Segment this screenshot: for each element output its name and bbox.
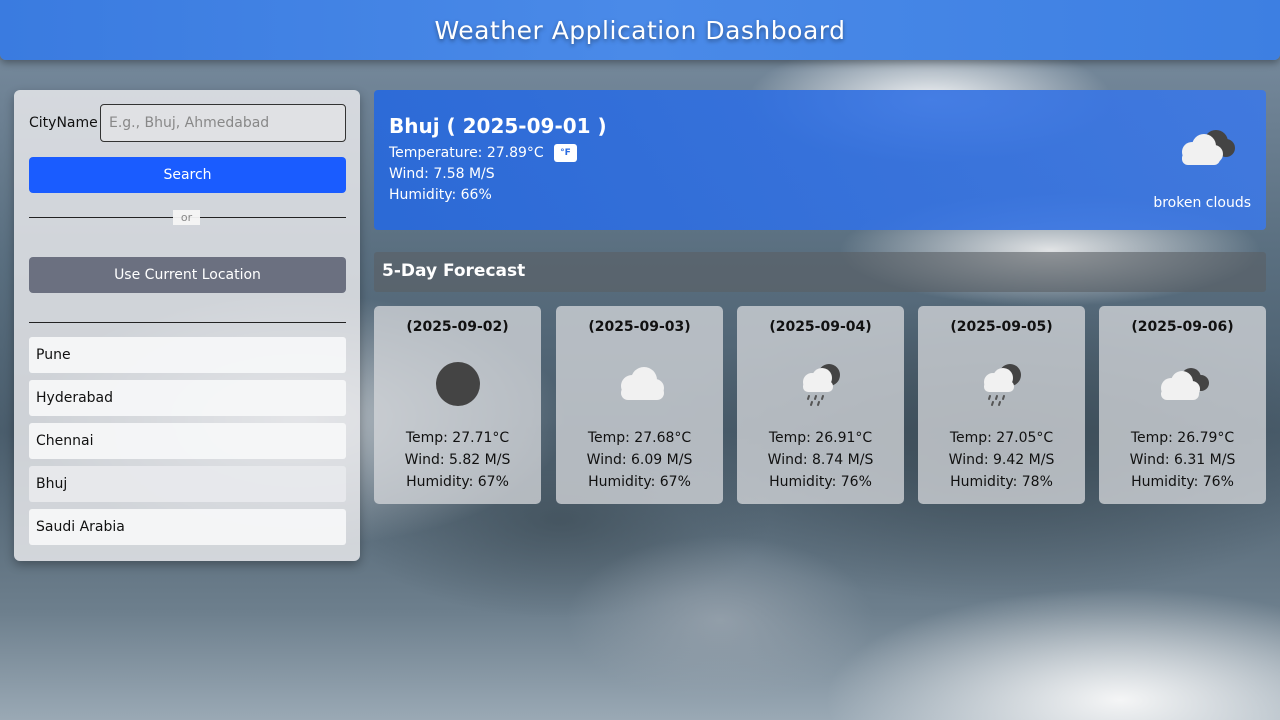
forecast-date: (2025-09-03) [588,319,691,335]
forecast-temp: Temp: 27.05°C [949,430,1054,446]
forecast-wind: Wind: 5.82 M/S [404,452,511,468]
forecast-wind: Wind: 8.74 M/S [767,452,874,468]
use-current-location-button[interactable]: Use Current Location [29,257,346,293]
overcast-icon [435,362,480,406]
forecast-humidity: Humidity: 67% [588,474,691,490]
forecast-card: (2025-09-03) Temp: 27.68°C Wind: 6.09 M/… [556,306,723,504]
forecast-date: (2025-09-06) [1131,319,1234,335]
forecast-temp: Temp: 26.91°C [768,430,873,446]
search-history-list: Pune Hyderabad Chennai Bhuj Saudi Arabia [29,337,346,552]
current-wind: Wind: 7.58 M/S [389,166,495,182]
rain-cloud-icon [802,364,840,406]
unit-toggle-button[interactable]: °F [554,144,577,162]
page-title: Weather Application Dashboard [434,15,846,45]
forecast-humidity: Humidity: 76% [769,474,872,490]
broken-clouds-icon [1182,130,1235,165]
city-search-input[interactable] [100,104,346,142]
search-panel: CityName Search or Use Current Location … [14,90,360,561]
history-item-saudi-arabia[interactable]: Saudi Arabia [29,509,346,545]
city-name-label: CityName [29,115,98,131]
forecast-wind: Wind: 6.31 M/S [1129,452,1236,468]
forecast-temp: Temp: 27.71°C [405,430,510,446]
forecast-card: (2025-09-05) Temp: 27.05°C Wind: 9.42 M/… [918,306,1085,504]
forecast-temp: Temp: 27.68°C [587,430,692,446]
forecast-card: (2025-09-02) Temp: 27.71°C Wind: 5.82 M/… [374,306,541,504]
current-temperature-row: Temperature: 27.89°C °F [389,144,577,162]
forecast-card: (2025-09-04) Temp: 26.91°C Wind: 8.74 M/… [737,306,904,504]
forecast-card: (2025-09-06) Temp: 26.79°C Wind: 6.31 M/… [1099,306,1266,504]
forecast-humidity: Humidity: 76% [1131,474,1234,490]
app-header: Weather Application Dashboard [0,0,1280,60]
forecast-wind: Wind: 6.09 M/S [586,452,693,468]
forecast-wind: Wind: 9.42 M/S [948,452,1055,468]
cloud-icon [620,367,664,400]
city-search-row: CityName [29,104,346,142]
history-item-bhuj[interactable]: Bhuj [29,466,346,502]
forecast-heading: 5-Day Forecast [374,252,1266,292]
forecast-date: (2025-09-04) [769,319,872,335]
current-city-title: Bhuj ( 2025-09-01 ) [389,114,607,138]
history-item-hyderabad[interactable]: Hyderabad [29,380,346,416]
history-divider [29,322,346,323]
forecast-humidity: Humidity: 67% [406,474,509,490]
history-item-pune[interactable]: Pune [29,337,346,373]
rain-cloud-icon [983,364,1021,406]
broken-clouds-icon [1160,368,1209,400]
current-description: broken clouds [1153,195,1251,211]
history-item-chennai[interactable]: Chennai [29,423,346,459]
forecast-date: (2025-09-05) [950,319,1053,335]
search-button[interactable]: Search [29,157,346,193]
or-label: or [173,210,200,225]
current-weather-card: Bhuj ( 2025-09-01 ) Temperature: 27.89°C… [374,90,1266,230]
current-humidity: Humidity: 66% [389,187,492,203]
forecast-date: (2025-09-02) [406,319,509,335]
current-temperature: Temperature: 27.89°C [389,145,544,161]
forecast-humidity: Humidity: 78% [950,474,1053,490]
forecast-temp: Temp: 26.79°C [1130,430,1235,446]
